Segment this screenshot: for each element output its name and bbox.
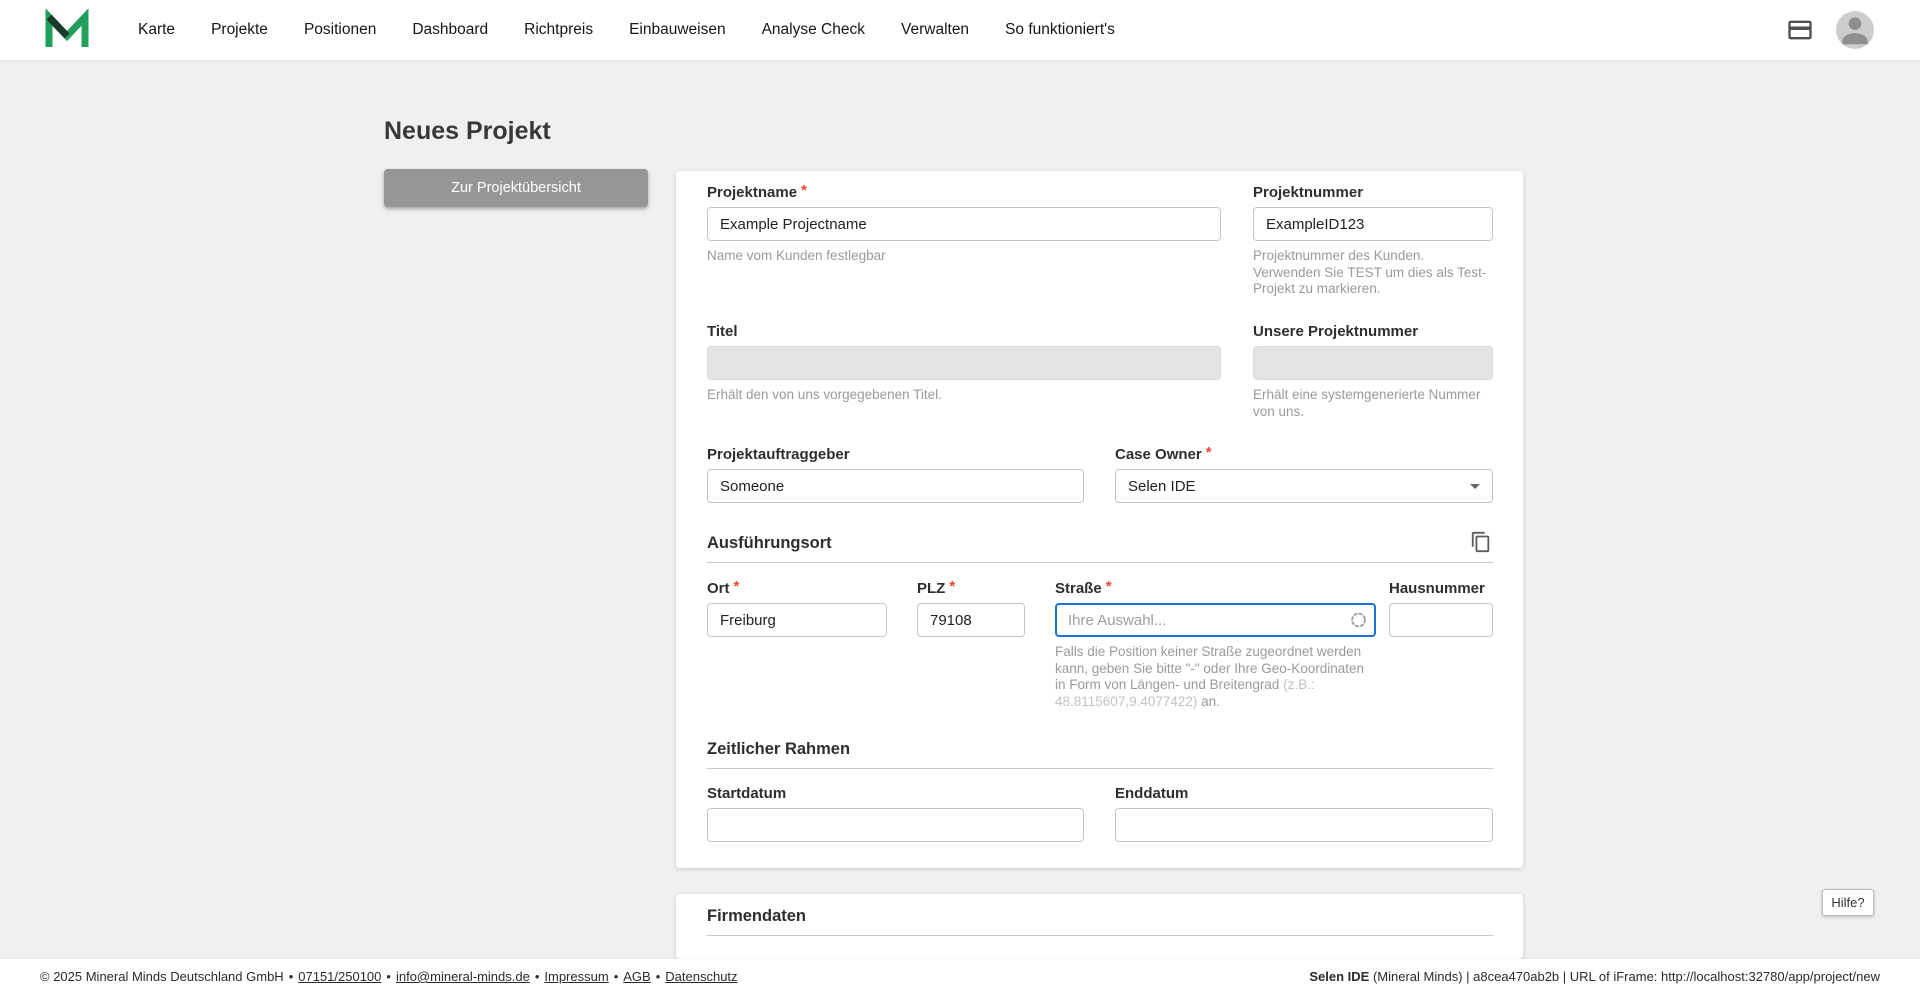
divider — [707, 768, 1493, 769]
footer-session-info: Selen IDE (Mineral Minds) | a8cea470ab2b… — [1309, 969, 1880, 984]
footer-phone-link[interactable]: 07151/250100 — [298, 969, 381, 984]
nav-item-dashboard[interactable]: Dashboard — [412, 21, 488, 39]
titel-helper: Erhält den von uns vorgegebenen Titel. — [707, 387, 1221, 404]
copy-icon — [1470, 531, 1492, 553]
nav-item-projekte[interactable]: Projekte — [211, 21, 268, 39]
enddatum-label: Enddatum — [1115, 785, 1493, 803]
case-owner-value: Selen IDE — [1128, 478, 1196, 495]
field-ort: Ort* — [707, 580, 887, 637]
titel-label: Titel — [707, 323, 1221, 341]
field-titel: Titel Erhält den von uns vorgegebenen Ti… — [707, 323, 1221, 404]
help-button[interactable]: Hilfe? — [1822, 889, 1874, 916]
page-title: Neues Projekt — [384, 116, 551, 146]
footer-separator: • — [535, 969, 540, 984]
field-hausnummer: Hausnummer — [1389, 580, 1493, 637]
footer-user-name: Selen IDE — [1309, 969, 1369, 984]
required-marker: * — [949, 578, 955, 595]
footer-datenschutz-link[interactable]: Datenschutz — [665, 969, 737, 984]
enddatum-input[interactable] — [1115, 808, 1493, 842]
projektnummer-input[interactable] — [1253, 207, 1493, 241]
firmendaten-card: Firmendaten — [676, 894, 1523, 959]
logo-icon[interactable] — [44, 9, 90, 51]
footer-separator: • — [386, 969, 391, 984]
plz-input[interactable] — [917, 603, 1025, 637]
strasse-input[interactable] — [1055, 603, 1376, 637]
mineral-minds-logo — [44, 9, 90, 51]
required-marker: * — [1206, 444, 1212, 461]
unsere-projektnummer-input — [1253, 346, 1493, 380]
nav-item-verwalten[interactable]: Verwalten — [901, 21, 969, 39]
field-case-owner: Case Owner* Selen IDE — [1115, 446, 1493, 503]
nav-item-einbauweisen[interactable]: Einbauweisen — [629, 21, 726, 39]
field-strasse: Straße* Falls die Position keiner Straße… — [1055, 580, 1376, 710]
field-projektauftraggeber: Projektauftraggeber — [707, 446, 1084, 503]
footer-separator: • — [614, 969, 619, 984]
startdatum-label: Startdatum — [707, 785, 1084, 803]
footer-separator: • — [656, 969, 661, 984]
divider — [707, 935, 1493, 936]
footer-impressum-link[interactable]: Impressum — [544, 969, 608, 984]
nav-item-analyse-check[interactable]: Analyse Check — [762, 21, 865, 39]
required-marker: * — [801, 182, 807, 199]
hausnummer-label: Hausnummer — [1389, 580, 1493, 598]
section-ausfuehrungsort-title: Ausführungsort — [707, 533, 1493, 553]
footer-copyright: © 2025 Mineral Minds Deutschland GmbH — [40, 969, 284, 984]
projektauftraggeber-input[interactable] — [707, 469, 1084, 503]
person-icon — [1836, 11, 1874, 49]
section-firmendaten-title: Firmendaten — [707, 906, 1493, 926]
case-owner-select[interactable]: Selen IDE — [1115, 469, 1493, 503]
projektnummer-label: Projektnummer — [1253, 184, 1493, 202]
field-projektnummer: Projektnummer Projektnummer des Kunden. … — [1253, 184, 1493, 298]
field-startdatum: Startdatum — [707, 785, 1084, 842]
footer: © 2025 Mineral Minds Deutschland GmbH • … — [0, 959, 1920, 994]
main-navigation: Karte Projekte Positionen Dashboard Rich… — [138, 0, 1115, 60]
footer-agb-link[interactable]: AGB — [623, 969, 650, 984]
plz-label: PLZ* — [917, 580, 1025, 598]
nav-item-karte[interactable]: Karte — [138, 21, 175, 39]
projektauftraggeber-label: Projektauftraggeber — [707, 446, 1084, 464]
loading-spinner-icon — [1350, 612, 1367, 629]
case-owner-label: Case Owner* — [1115, 446, 1493, 464]
titel-input — [707, 346, 1221, 380]
user-avatar[interactable] — [1836, 11, 1874, 49]
top-nav: Karte Projekte Positionen Dashboard Rich… — [0, 0, 1920, 60]
hausnummer-input[interactable] — [1389, 603, 1493, 637]
strasse-label: Straße* — [1055, 580, 1376, 598]
nav-item-richtpreis[interactable]: Richtpreis — [524, 21, 593, 39]
ort-input[interactable] — [707, 603, 887, 637]
footer-email-link[interactable]: info@mineral-minds.de — [396, 969, 530, 984]
unsere-projektnummer-label: Unsere Projektnummer — [1253, 323, 1493, 341]
footer-session-details: (Mineral Minds) | a8cea470ab2b | URL of … — [1369, 969, 1880, 984]
strasse-helper: Falls die Position keiner Straße zugeord… — [1055, 644, 1367, 710]
back-to-project-overview-button[interactable]: Zur Projektübersicht — [384, 169, 648, 207]
billing-card-icon[interactable] — [1786, 16, 1814, 44]
startdatum-input[interactable] — [707, 808, 1084, 842]
nav-item-so-funktionierts[interactable]: So funktioniert's — [1005, 21, 1115, 39]
copy-address-button[interactable] — [1468, 529, 1494, 555]
projektname-helper: Name vom Kunden festlegbar — [707, 248, 1221, 265]
section-zeitlicher-rahmen-title: Zeitlicher Rahmen — [707, 739, 1493, 759]
unsere-projektnummer-helper: Erhält eine systemgenerierte Nummer von … — [1253, 387, 1493, 420]
ort-label: Ort* — [707, 580, 887, 598]
divider — [707, 562, 1493, 563]
section-ausfuehrungsort: Ausführungsort — [707, 533, 1493, 563]
nav-item-positionen[interactable]: Positionen — [304, 21, 376, 39]
field-unsere-projektnummer: Unsere Projektnummer Erhält eine systemg… — [1253, 323, 1493, 420]
field-enddatum: Enddatum — [1115, 785, 1493, 842]
section-firmendaten: Firmendaten — [707, 906, 1493, 936]
footer-left: © 2025 Mineral Minds Deutschland GmbH • … — [40, 969, 738, 984]
projektnummer-helper: Projektnummer des Kunden. Verwenden Sie … — [1253, 248, 1493, 298]
footer-separator: • — [289, 969, 294, 984]
projektname-label: Projektname* — [707, 184, 1221, 202]
section-zeitlicher-rahmen: Zeitlicher Rahmen — [707, 739, 1493, 769]
required-marker: * — [1106, 578, 1112, 595]
nav-right-actions — [1786, 0, 1874, 60]
projektname-input[interactable] — [707, 207, 1221, 241]
project-form-card: Projektname* Name vom Kunden festlegbar … — [676, 171, 1523, 868]
field-projektname: Projektname* Name vom Kunden festlegbar — [707, 184, 1221, 265]
required-marker: * — [734, 578, 740, 595]
chevron-down-icon — [1470, 484, 1480, 489]
field-plz: PLZ* — [917, 580, 1025, 637]
